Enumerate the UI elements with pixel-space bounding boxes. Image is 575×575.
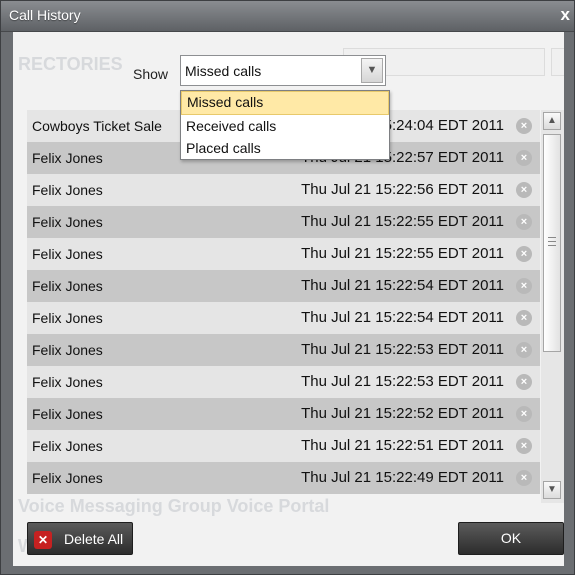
caller-name: Cowboys Ticket Sale xyxy=(32,118,162,134)
caller-name: Felix Jones xyxy=(32,374,103,390)
delete-all-label: Delete All xyxy=(64,531,124,547)
remove-circle-icon[interactable]: × xyxy=(516,214,532,230)
call-list-scrollbar[interactable]: ▲ ▼ xyxy=(541,110,564,503)
call-type-select[interactable]: Missed calls ▼ xyxy=(180,55,386,86)
call-row[interactable]: Felix Jones Thu Jul 21 15:22:52 EDT 2011… xyxy=(27,398,540,430)
call-time: Thu Jul 21 15:22:54 EDT 2011 xyxy=(301,309,504,326)
close-icon[interactable]: x xyxy=(561,5,570,25)
call-row[interactable]: Felix Jones Thu Jul 21 15:22:51 EDT 2011… xyxy=(27,430,540,462)
call-time: Thu Jul 21 15:22:51 EDT 2011 xyxy=(301,437,504,454)
call-time: Thu Jul 21 15:22:55 EDT 2011 xyxy=(301,213,504,230)
caller-name: Felix Jones xyxy=(32,214,103,230)
caller-name: Felix Jones xyxy=(32,150,103,166)
scroll-up-icon[interactable]: ▲ xyxy=(543,112,561,130)
remove-circle-icon[interactable]: × xyxy=(516,182,532,198)
remove-circle-icon[interactable]: × xyxy=(516,118,532,134)
caller-name: Felix Jones xyxy=(32,278,103,294)
call-row[interactable]: Felix Jones Thu Jul 21 15:22:55 EDT 2011… xyxy=(27,238,540,270)
remove-circle-icon[interactable]: × xyxy=(516,342,532,358)
show-filter-label: Show xyxy=(133,66,169,82)
call-row[interactable]: Felix Jones Thu Jul 21 15:22:56 EDT 2011… xyxy=(27,174,540,206)
remove-circle-icon[interactable]: × xyxy=(516,246,532,262)
call-time: Thu Jul 21 15:22:52 EDT 2011 xyxy=(301,405,504,422)
call-row[interactable]: Felix Jones Thu Jul 21 15:22:53 EDT 2011… xyxy=(27,366,540,398)
delete-icon: ✕ xyxy=(34,531,52,549)
title-bar[interactable]: Call History x xyxy=(1,1,574,32)
call-row[interactable]: Felix Jones Thu Jul 21 15:22:54 EDT 2011… xyxy=(27,270,540,302)
option-missed-calls[interactable]: Missed calls xyxy=(181,91,389,115)
option-received-calls[interactable]: Received calls xyxy=(181,115,389,137)
call-list: Cowboys Ticket Sale Thu Jul 21 15:24:04 … xyxy=(27,110,545,503)
remove-circle-icon[interactable]: × xyxy=(516,438,532,454)
call-history-dialog: Call History x RECTORIES Voice Messaging… xyxy=(0,0,575,575)
dialog-content: RECTORIES Voice Messaging Group Voice Po… xyxy=(13,32,564,566)
call-time: Thu Jul 21 15:22:53 EDT 2011 xyxy=(301,341,504,358)
option-placed-calls[interactable]: Placed calls xyxy=(181,137,389,159)
background-field-button xyxy=(551,48,564,76)
delete-all-button[interactable]: ✕ Delete All xyxy=(27,522,133,555)
background-directories-text: RECTORIES xyxy=(18,54,123,74)
remove-circle-icon[interactable]: × xyxy=(516,278,532,294)
call-time: Thu Jul 21 15:22:55 EDT 2011 xyxy=(301,245,504,262)
caller-name: Felix Jones xyxy=(32,438,103,454)
call-row[interactable]: Felix Jones Thu Jul 21 15:22:55 EDT 2011… xyxy=(27,206,540,238)
ok-button[interactable]: OK xyxy=(458,522,564,555)
remove-circle-icon[interactable]: × xyxy=(516,310,532,326)
call-row[interactable]: Felix Jones Thu Jul 21 15:22:53 EDT 2011… xyxy=(27,334,540,366)
grip-icon xyxy=(548,237,556,246)
remove-circle-icon[interactable]: × xyxy=(516,406,532,422)
call-time: Thu Jul 21 15:22:49 EDT 2011 xyxy=(301,469,504,486)
caller-name: Felix Jones xyxy=(32,310,103,326)
caller-name: Felix Jones xyxy=(32,406,103,422)
call-type-dropdown: Missed calls Received calls Placed calls xyxy=(180,90,390,160)
caller-name: Felix Jones xyxy=(32,246,103,262)
call-time: Thu Jul 21 15:22:54 EDT 2011 xyxy=(301,277,504,294)
call-row[interactable]: Felix Jones Thu Jul 21 15:22:54 EDT 2011… xyxy=(27,302,540,334)
scroll-down-icon[interactable]: ▼ xyxy=(543,481,561,499)
chevron-down-icon[interactable]: ▼ xyxy=(361,58,383,83)
caller-name: Felix Jones xyxy=(32,470,103,486)
selected-call-type: Missed calls xyxy=(185,63,262,79)
call-time: Thu Jul 21 15:22:56 EDT 2011 xyxy=(301,181,504,198)
remove-circle-icon[interactable]: × xyxy=(516,150,532,166)
remove-circle-icon[interactable]: × xyxy=(516,470,532,486)
call-row[interactable]: Felix Jones Thu Jul 21 15:22:49 EDT 2011… xyxy=(27,462,540,494)
remove-circle-icon[interactable]: × xyxy=(516,374,532,390)
dialog-title: Call History xyxy=(9,7,81,23)
caller-name: Felix Jones xyxy=(32,182,103,198)
caller-name: Felix Jones xyxy=(32,342,103,358)
scroll-thumb[interactable] xyxy=(543,134,561,352)
call-time: Thu Jul 21 15:22:53 EDT 2011 xyxy=(301,373,504,390)
